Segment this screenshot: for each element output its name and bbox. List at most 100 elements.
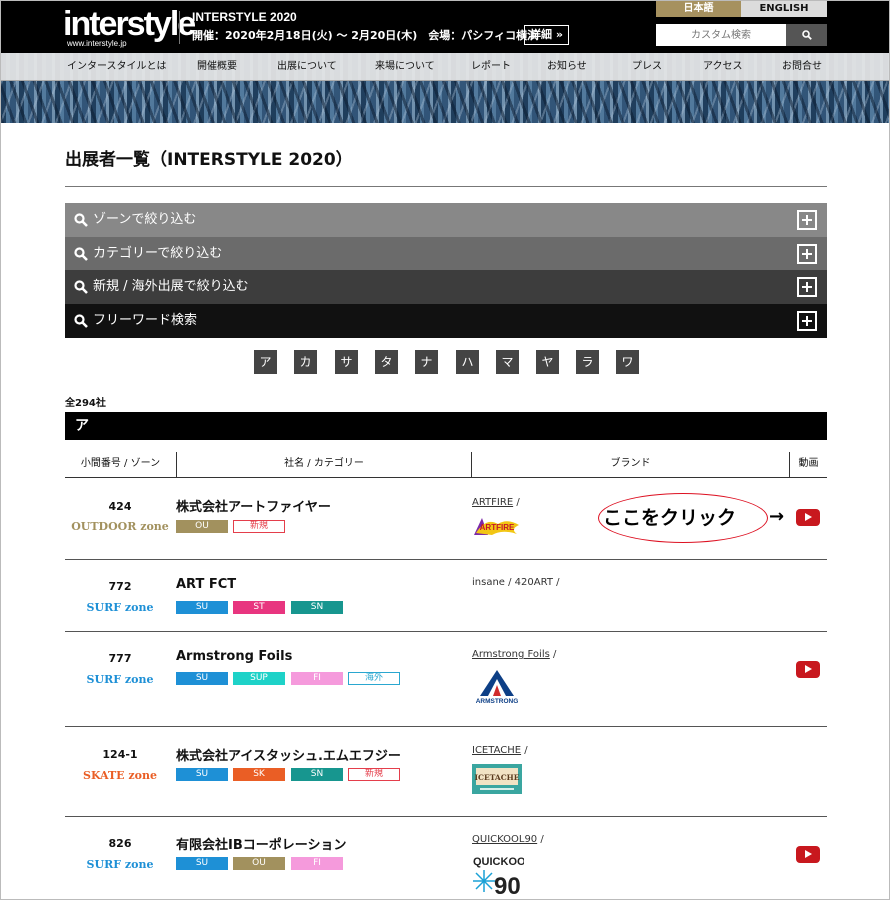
youtube-play-icon[interactable] (796, 661, 820, 678)
filter-new-overseas-label: 新規 / 海外出展で絞り込む (93, 279, 249, 294)
expand-plus-icon[interactable] (797, 210, 817, 230)
detail-button[interactable]: 詳細 » (524, 25, 569, 45)
filter-zone[interactable]: ゾーンで絞り込む (65, 203, 827, 237)
nav-contact[interactable]: お問合せ (782, 53, 822, 81)
kana-ta-button[interactable]: タ (375, 350, 398, 374)
zone-label: OUTDOOR zone (71, 520, 169, 533)
category-tag: SU (176, 601, 228, 614)
expand-plus-icon[interactable] (797, 311, 817, 331)
lang-japanese-button[interactable]: 日本語 (656, 1, 741, 17)
interstyle-logo[interactable]: interstyle www.interstyle.jp (63, 5, 196, 48)
brand-list: ICETACHE / (472, 745, 528, 756)
brand-list: QUICKOOL90 / (472, 834, 544, 845)
new-badge: 新規 (233, 520, 285, 533)
row-divider (65, 631, 827, 632)
kana-ya-button[interactable]: ヤ (536, 350, 559, 374)
youtube-play-icon[interactable] (796, 509, 820, 526)
search-icon (74, 314, 88, 328)
kana-ka-button[interactable]: カ (294, 350, 317, 374)
search-button[interactable] (786, 24, 827, 46)
booth-number: 826 (108, 837, 132, 850)
search-icon (74, 213, 88, 227)
zone-label: SKATE zone (83, 769, 157, 782)
nav-access[interactable]: アクセス (703, 53, 743, 81)
filter-category-label: カテゴリーで絞り込む (93, 246, 223, 261)
nav-exhibit[interactable]: 出展について (277, 53, 337, 81)
search-icon (74, 247, 88, 261)
icetache-logo-text: ICETACHE (475, 773, 520, 782)
artfire-logo[interactable]: ARTFIRE (472, 515, 522, 537)
section-header: ア (65, 412, 827, 440)
category-tag: ST (233, 601, 285, 614)
icetache-logo[interactable]: ICETACHE (472, 764, 522, 794)
brand-link[interactable]: ARTFIRE (472, 497, 513, 508)
brand-list: insane / 420ART / (472, 577, 560, 588)
filter-new-overseas[interactable]: 新規 / 海外出展で絞り込む (65, 270, 827, 304)
brand-link[interactable]: QUICKOOL90 (472, 834, 537, 845)
banner-crowd-image (1, 81, 889, 123)
kana-wa-button[interactable]: ワ (616, 350, 639, 374)
company-name[interactable]: Armstrong Foils (176, 649, 292, 664)
quickool-logo-text: QUICKOOL (473, 856, 524, 868)
filter-freeword[interactable]: フリーワード検索 (65, 304, 827, 338)
zone-label: SURF zone (86, 858, 154, 871)
category-tag: SU (176, 857, 228, 870)
nav-visit[interactable]: 来場について (375, 53, 435, 81)
kana-a-button[interactable]: ア (254, 350, 277, 374)
category-tag: SN (291, 768, 343, 781)
booth-number: 124-1 (102, 748, 138, 761)
brand-list: Armstrong Foils / (472, 649, 557, 660)
col-brand: ブランド (471, 452, 789, 478)
kana-na-button[interactable]: ナ (415, 350, 438, 374)
col-company: 社名 / カテゴリー (176, 452, 471, 478)
booth-number: 772 (108, 580, 132, 593)
nav-about[interactable]: インタースタイルとは (67, 53, 167, 81)
youtube-play-icon[interactable] (796, 846, 820, 863)
zone-label: SURF zone (86, 601, 154, 614)
event-info: 開催：2020年2月18日(火) 〜 2月20日(木) 会場：パシフィコ横浜 (192, 29, 539, 42)
nav-report[interactable]: レポート (471, 53, 511, 81)
zone-label: SURF zone (86, 673, 154, 686)
quickool-logo[interactable]: QUICKOOL 90 (472, 852, 524, 897)
company-name[interactable]: 株式会社アートファイヤー (176, 496, 331, 515)
header-divider (179, 11, 180, 44)
category-tag: OU (233, 857, 285, 870)
brand-link[interactable]: ICETACHE (472, 745, 521, 756)
kana-ha-button[interactable]: ハ (456, 350, 479, 374)
filter-freeword-label: フリーワード検索 (93, 313, 198, 328)
lang-english-button[interactable]: ENGLISH (741, 1, 827, 17)
company-name[interactable]: ART FCT (176, 577, 236, 592)
company-name[interactable]: 有限会社IBコーポレーション (176, 834, 347, 853)
category-tag: SU (176, 672, 228, 685)
brand-link[interactable]: Armstrong Foils (472, 649, 550, 660)
top-header: interstyle www.interstyle.jp INTERSTYLE … (1, 1, 889, 53)
filter-zone-label: ゾーンで絞り込む (93, 212, 197, 227)
nav-press[interactable]: プレス (632, 53, 662, 81)
kana-sa-button[interactable]: サ (335, 350, 358, 374)
search-input[interactable] (656, 24, 786, 46)
company-name[interactable]: 株式会社アイスタッシュ.エムエフジー (176, 745, 401, 764)
row-divider (65, 726, 827, 727)
expand-plus-icon[interactable] (797, 244, 817, 264)
col-video: 動画 (789, 452, 827, 478)
category-tag: SU (176, 768, 228, 781)
callout-arrow: → (769, 506, 785, 527)
row-divider (65, 559, 827, 560)
col-booth-zone: 小間番号 / ゾーン (80, 458, 161, 469)
new-badge: 新規 (348, 768, 400, 781)
artfire-logo-text: ARTFIRE (480, 523, 515, 532)
search-icon (74, 280, 88, 294)
nav-outline[interactable]: 開催概要 (197, 53, 237, 81)
kana-ra-button[interactable]: ラ (576, 350, 599, 374)
category-tag: OU (176, 520, 228, 533)
filter-category[interactable]: カテゴリーで絞り込む (65, 237, 827, 271)
armstrong-logo[interactable]: ARMSTRONG (472, 669, 522, 705)
kana-ma-button[interactable]: マ (496, 350, 519, 374)
category-tag: FI (291, 672, 343, 685)
nav-news[interactable]: お知らせ (547, 53, 587, 81)
event-title: INTERSTYLE 2020 (192, 10, 297, 24)
expand-plus-icon[interactable] (797, 277, 817, 297)
callout-text: ここをクリック (603, 507, 737, 529)
logo-wordmark: interstyle (63, 5, 196, 43)
category-tag: SN (291, 601, 343, 614)
